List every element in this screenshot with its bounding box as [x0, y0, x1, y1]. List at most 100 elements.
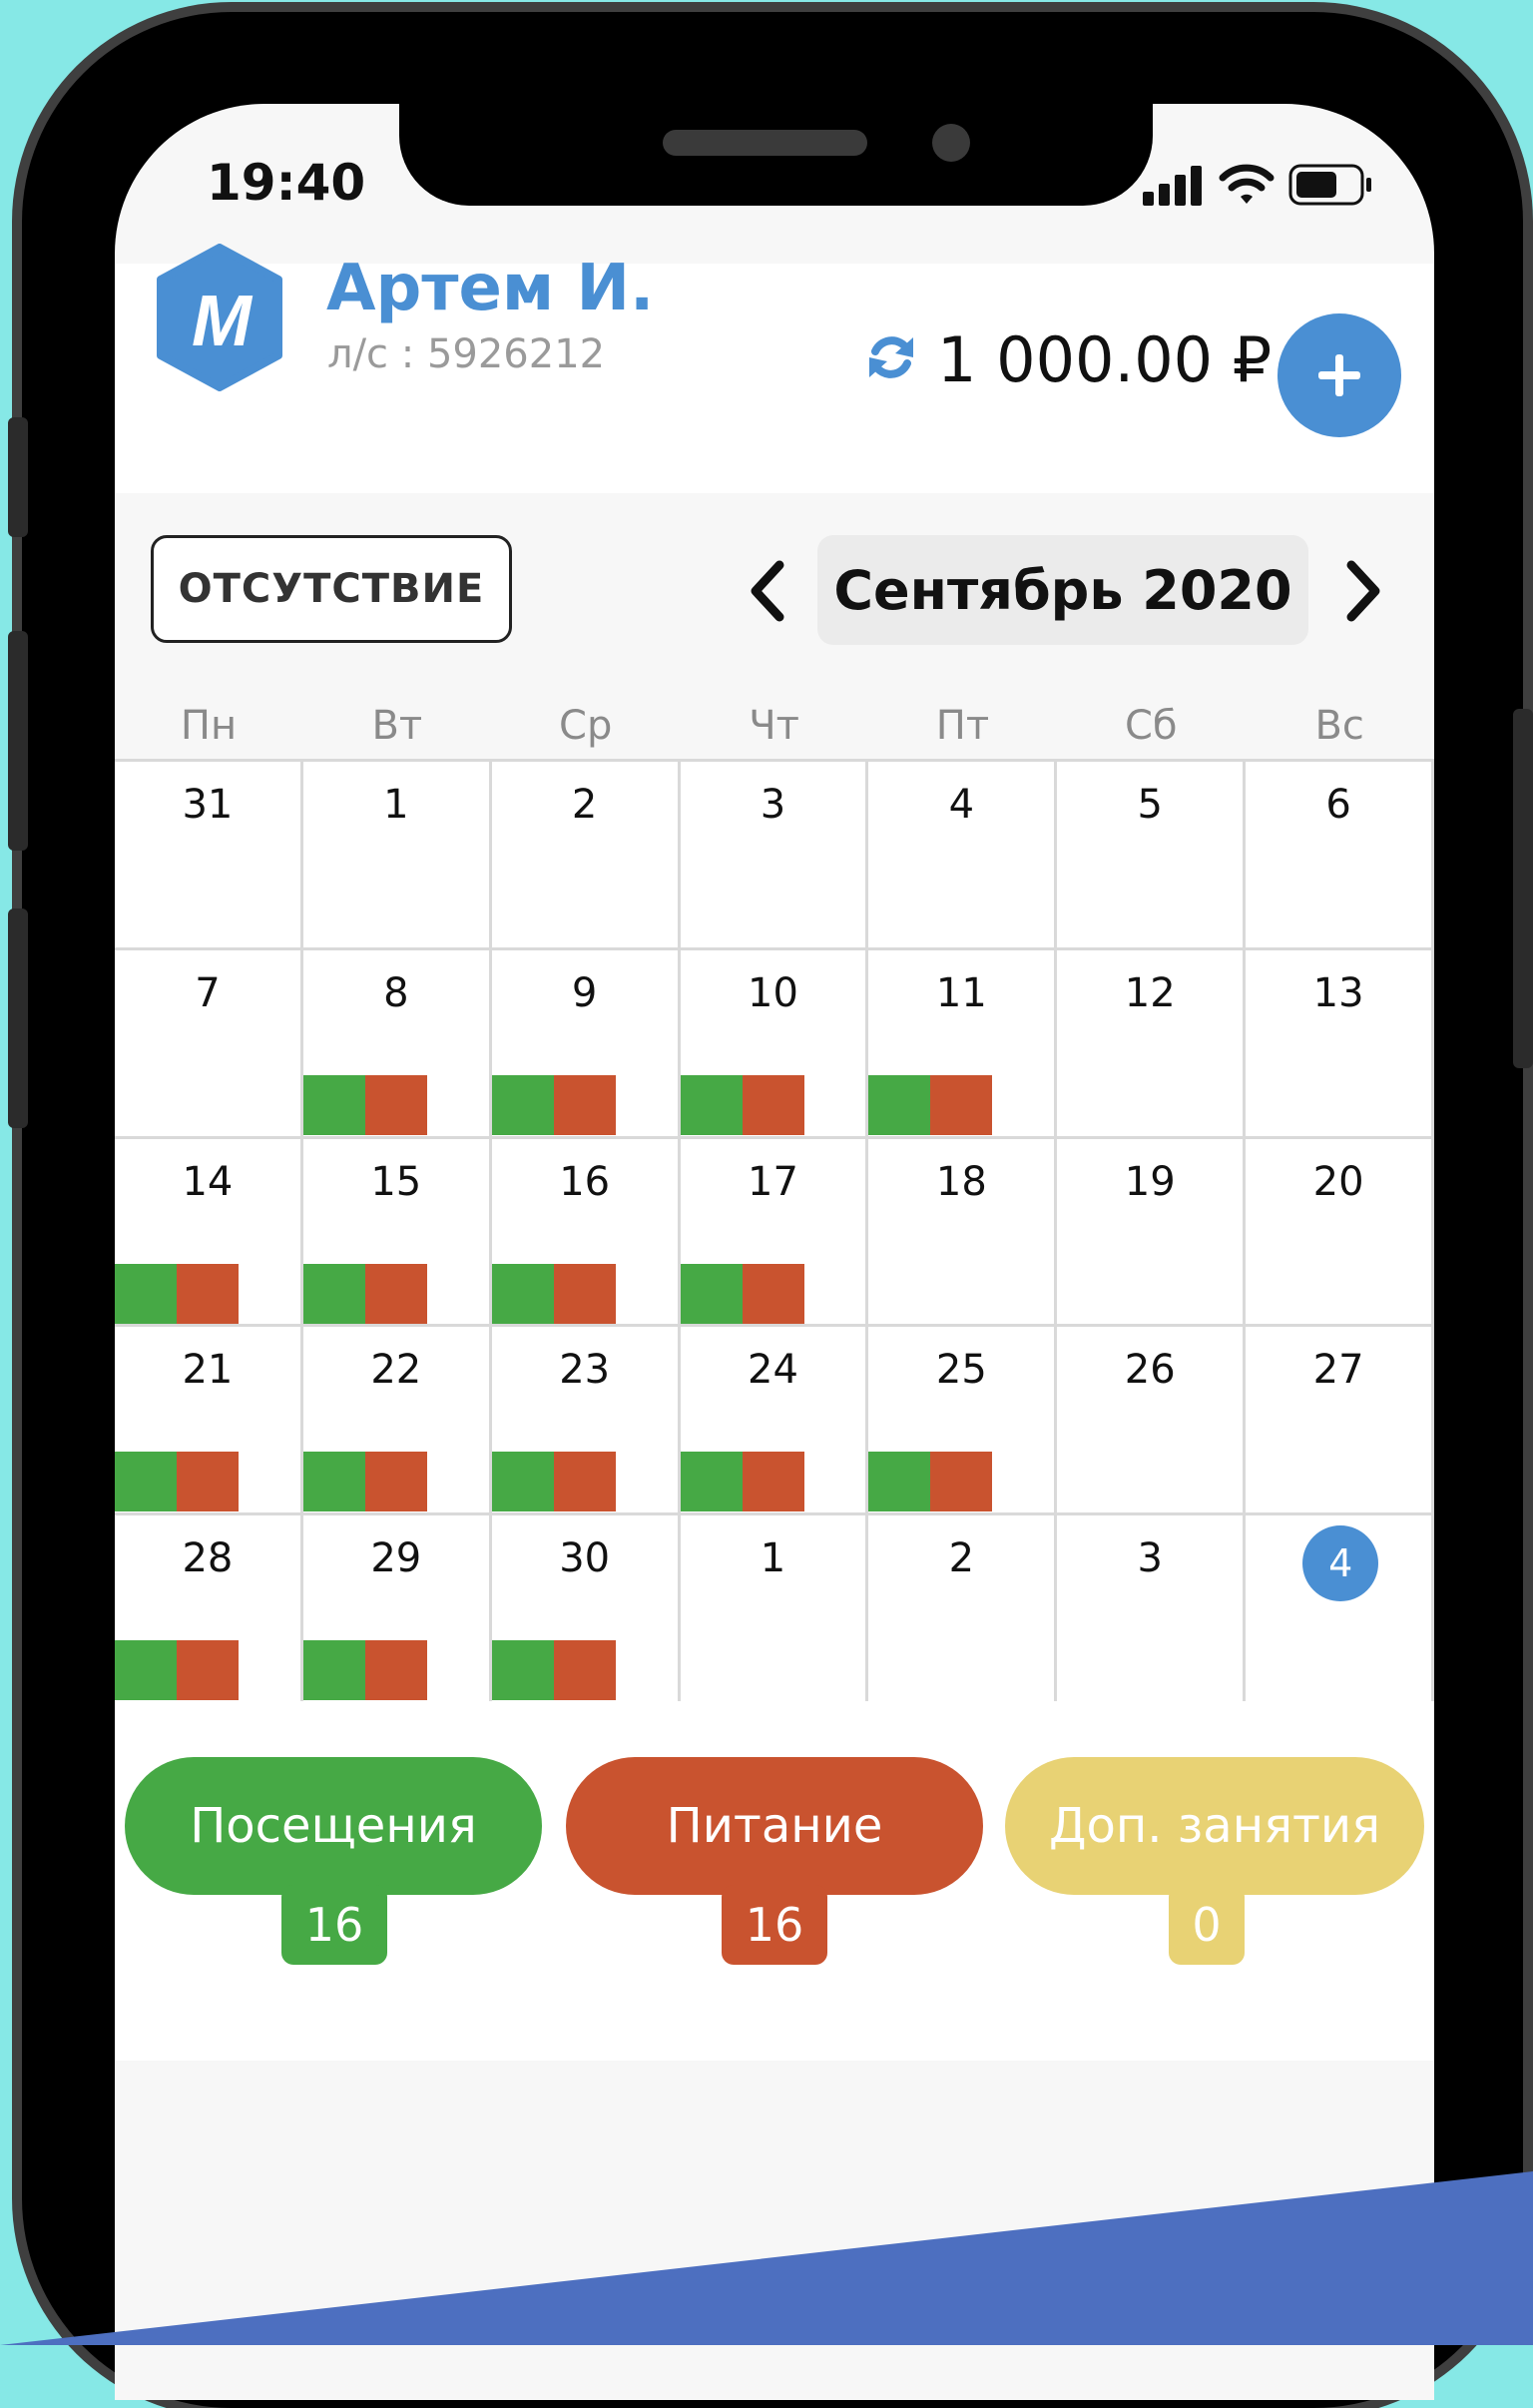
meals-marker — [930, 1452, 993, 1512]
calendar-day-cell[interactable]: 23 — [491, 1327, 681, 1516]
attendance-marker — [302, 1452, 365, 1512]
attendance-marker — [302, 1074, 365, 1135]
calendar-day-cell[interactable]: 10 — [680, 949, 869, 1139]
meals-marker — [553, 1074, 616, 1135]
calendar-day-cell[interactable]: 26 — [1057, 1327, 1247, 1516]
day-number: 22 — [370, 1347, 422, 1394]
day-event-markers — [302, 1452, 427, 1512]
calendar-day-cell[interactable]: 9 — [491, 949, 681, 1139]
calendar-day-cell[interactable]: 11 — [868, 949, 1058, 1139]
day-number: 3 — [1137, 1535, 1163, 1582]
calendar-day-cell[interactable]: 24 — [680, 1327, 869, 1516]
meals-marker — [553, 1640, 616, 1701]
account-number: л/с : 5926212 — [327, 331, 606, 377]
calendar-day-cell[interactable]: 22 — [302, 1327, 492, 1516]
day-event-markers — [868, 1452, 993, 1512]
meals-marker — [553, 1452, 616, 1512]
calendar-day-cell[interactable]: 12 — [1057, 949, 1247, 1139]
status-icons — [1143, 164, 1374, 206]
meals-marker — [364, 1263, 427, 1324]
meals-marker — [177, 1452, 239, 1512]
attendance-marker — [302, 1640, 365, 1701]
add-funds-button[interactable] — [1278, 313, 1401, 437]
logo-letter: M — [192, 282, 254, 361]
calendar-day-cell[interactable]: 1 — [680, 1515, 869, 1704]
user-name: Артем И. — [326, 252, 655, 325]
calendar-day-cell[interactable]: 18 — [868, 1138, 1058, 1328]
weekday-label: Сб — [1124, 703, 1178, 749]
calendar-day-cell[interactable]: 17 — [680, 1138, 869, 1328]
day-number: 14 — [182, 1158, 234, 1205]
day-number: 26 — [1124, 1347, 1176, 1394]
day-number: 20 — [1312, 1158, 1364, 1205]
meals-marker — [742, 1452, 804, 1512]
calendar-day-cell[interactable]: 7 — [115, 949, 303, 1139]
calendar-day-cell[interactable]: 6 — [1246, 762, 1434, 950]
day-event-markers — [115, 1452, 239, 1512]
calendar-day-cell[interactable]: 20 — [1246, 1138, 1434, 1328]
weekday-label: Ср — [559, 703, 613, 749]
meals-filter-button[interactable]: Питание — [566, 1757, 983, 1895]
extra-classes-filter-button[interactable]: Доп. занятия — [1005, 1757, 1424, 1895]
weekday-label: Вс — [1314, 703, 1364, 749]
calendar-day-cell[interactable]: 2 — [868, 1515, 1058, 1704]
calendar-day-cell[interactable]: 14 — [115, 1138, 303, 1328]
attendance-marker — [680, 1452, 743, 1512]
status-time: 19:40 — [207, 154, 366, 212]
day-event-markers — [868, 1074, 993, 1135]
day-number: 15 — [370, 1158, 422, 1205]
calendar-day-cell[interactable]: 3 — [1057, 1515, 1247, 1704]
calendar-day-cell[interactable]: 2 — [491, 762, 681, 950]
attendance-filter-button[interactable]: Посещения — [125, 1757, 542, 1895]
day-number: 23 — [559, 1347, 611, 1394]
day-number: 12 — [1124, 969, 1176, 1016]
attendance-marker — [491, 1452, 554, 1512]
absence-button[interactable]: ОТСУТСТВИЕ — [151, 535, 512, 643]
calendar-day-cell[interactable]: 27 — [1246, 1327, 1434, 1516]
prev-month-chevron-icon[interactable] — [744, 551, 793, 631]
calendar-day-cell[interactable]: 1 — [302, 762, 492, 950]
refresh-icon[interactable] — [863, 329, 919, 385]
day-number: 28 — [182, 1535, 234, 1582]
day-number: 10 — [748, 969, 798, 1016]
month-label: Сентябрь 2020 — [817, 535, 1308, 645]
calendar-day-cell[interactable]: 4 — [868, 762, 1058, 950]
weekday-label: Пн — [180, 703, 238, 749]
calendar-day-cell[interactable]: 29 — [302, 1515, 492, 1704]
calendar-day-cell[interactable]: 16 — [491, 1138, 681, 1328]
attendance-marker — [115, 1640, 177, 1701]
calendar-day-cell[interactable]: 28 — [115, 1515, 303, 1704]
meals-marker — [742, 1263, 804, 1324]
calendar-day-cell[interactable]: 13 — [1246, 949, 1434, 1139]
calendar-day-cell[interactable]: 3 — [680, 762, 869, 950]
day-number: 8 — [383, 969, 409, 1016]
calendar-day-cell[interactable]: 25 — [868, 1327, 1058, 1516]
calendar-day-cell[interactable]: 19 — [1057, 1138, 1247, 1328]
attendance-marker — [868, 1452, 931, 1512]
day-number: 24 — [748, 1347, 798, 1394]
next-month-chevron-icon[interactable] — [1337, 551, 1387, 631]
calendar-day-cell[interactable]: 21 — [115, 1327, 303, 1516]
battery-icon — [1288, 164, 1371, 206]
phone-speaker — [663, 130, 867, 156]
day-event-markers — [491, 1452, 616, 1512]
day-number: 7 — [195, 969, 221, 1016]
calendar-day-cell[interactable]: 15 — [302, 1138, 492, 1328]
side-button-power — [1513, 709, 1533, 1068]
attendance-marker — [302, 1263, 365, 1324]
calendar-day-cell[interactable]: 4 — [1246, 1515, 1434, 1704]
calendar-day-cell[interactable]: 5 — [1057, 762, 1247, 950]
calendar-day-cell[interactable]: 8 — [302, 949, 492, 1139]
attendance-marker — [491, 1263, 554, 1324]
day-number: 17 — [748, 1158, 798, 1205]
calendar-day-cell[interactable]: 30 — [491, 1515, 681, 1704]
day-event-markers — [491, 1263, 616, 1324]
side-button-volume-down — [8, 908, 28, 1128]
weekday-label: Вт — [371, 703, 423, 749]
meals-marker — [364, 1452, 427, 1512]
calendar-day-cell[interactable]: 31 — [115, 762, 303, 950]
day-number: 13 — [1312, 969, 1364, 1016]
attendance-marker — [680, 1263, 743, 1324]
calendar-grid: 31 1 2 3 4 5 6 7 8 9 10 11 12 13 14 15 16 17 18 19 20 21 22 23 2… — [115, 759, 1434, 1704]
app-screen: 19:40 M Артем И. л/с : 5926212 1 000.00 … — [115, 104, 1434, 2400]
